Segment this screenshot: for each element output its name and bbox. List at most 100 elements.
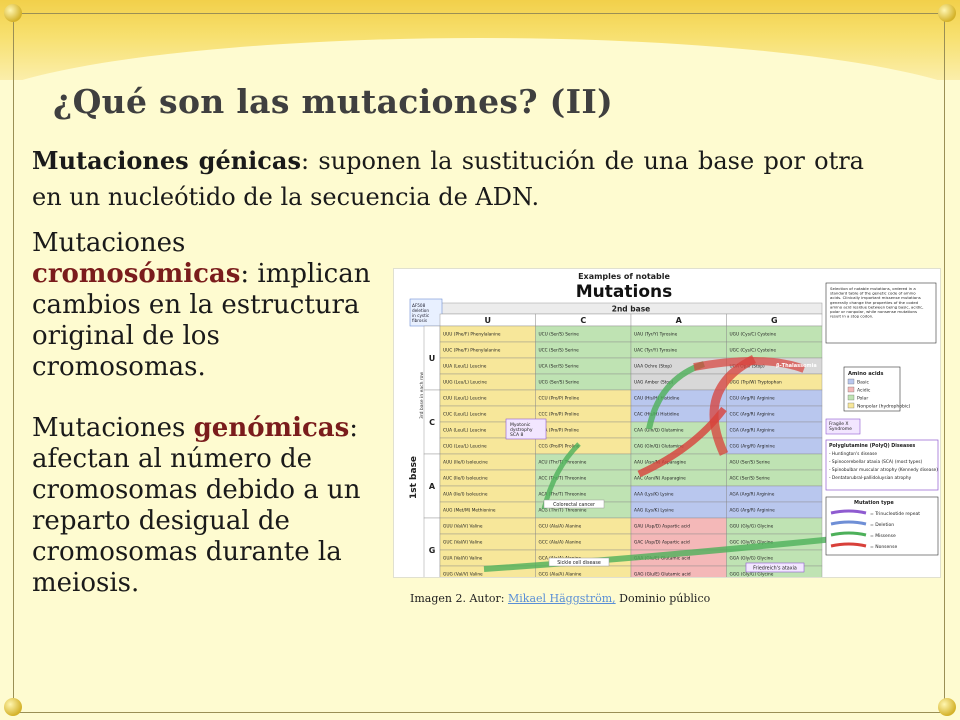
gene-term: Mutaciones génicas [32,146,301,175]
first-base-label: 1st base [409,456,419,499]
author-link[interactable]: Mikael Häggström, [508,592,616,605]
codon-label: GUC (Val/V) Valine [443,540,483,546]
second-base-A: A [676,316,683,325]
second-base-C: C [580,316,586,325]
polyq-item: - Dentatorubral-pallidoluysian atrophy [829,475,912,481]
codon-label: CGU (Arg/R) Arginine [730,396,776,402]
chromo-prefix: Mutaciones [32,228,186,258]
codon-label: AAG (Lys/K) Lysine [634,508,674,514]
codon-label: AGG (Arg/R) Arginine [730,508,776,514]
codon-label: UCC (Ser/S) Serine [539,348,580,354]
codon-label: GGG (Gly/G) Glycine [730,572,774,578]
codon-label: UGU (Cys/C) Cysteine [730,332,777,338]
figure-header-small: Examples of notable [578,272,670,281]
friedreich-label: Friedreich's ataxia [753,566,797,572]
amino-acid-legend-item: Nonpolar (hydrophobic) [857,404,911,410]
codon-label: ACC (Thr/T) Threonine [539,476,587,482]
first-base-C: C [429,418,435,427]
codon-label: GCG (Ala/A) Alanine [539,572,582,578]
chromosomal-paragraph: Mutaciones cromosómicas: implican cambio… [32,228,392,383]
codon-label: CCC (Pro/P) Proline [539,412,580,418]
codon-label: UGC (Cys/C) Cysteine [730,348,777,354]
slide-title: ¿Qué son las mutaciones? (II) [53,82,613,121]
second-base-U: U [485,316,492,325]
mutations-figure: Examples of notable Mutations 2nd base Δ… [393,268,941,578]
amino-acid-legend-item: Basic [857,380,869,386]
codon-label: AGA (Arg/R) Arginine [730,492,775,498]
codon-label: GUG (Val/V) Valine [443,572,483,578]
codon-label: CGA (Arg/R) Arginine [730,428,775,434]
codon-label: AGC (Ser/S) Serine [730,476,771,482]
codon-label: UCA (Ser/S) Serine [539,364,580,370]
mutation-type-item: = Nonsense [870,544,897,550]
first-base-A: A [429,482,436,491]
codon-label: UAU (Tyr/Y) Tyrosine [634,332,678,338]
corner-dot-bottom-right [938,698,956,716]
second-base-G: G [771,316,778,325]
codon-label: UAC (Tyr/Y) Tyrosine [634,348,677,354]
mutations-codon-table: Examples of notable Mutations 2nd base Δ… [409,272,939,578]
codon-label: UUG (Leu/L) Leucine [443,380,487,386]
polyq-item: - Huntington's disease [829,451,877,457]
codon-label: AUU (Ile/I) Isoleucine [443,460,488,466]
left-column: Mutaciones cromosómicas: implican cambio… [32,228,392,599]
codon-label: CUG (Leu/L) Leucine [443,444,487,450]
second-base-label: 2nd base [612,305,651,314]
codon-label: GAG (Glu/E) Glutamic acid [634,572,691,578]
codon-label: CUA (Leu/L) Leucine [443,428,487,434]
caption-prefix: Imagen 2. Autor: [410,592,508,605]
corner-dot-bottom-left [4,698,22,716]
codon-label: AUA (Ile/I) Isoleucine [443,492,488,498]
codon-label: GGA (Gly/G) Glycine [730,556,774,562]
mutation-type-item: = Missense [870,533,896,539]
codon-label: UCG (Ser/S) Serine [539,380,580,386]
image-caption: Imagen 2. Autor: Mikael Häggström, Domin… [410,592,710,605]
beta-thal-label: β-Thalassemia [776,363,817,369]
codon-label: GAU (Asp/D) Aspartic acid [634,524,690,530]
figure-header-big: Mutations [576,282,672,302]
codon-label: GAC (Asp/D) Aspartic acid [634,540,690,546]
sickle-label: Sickle cell disease [557,560,601,566]
codon-label: CAG (Gln/Q) Glutamine [634,444,684,450]
codon-label: CCU (Pro/P) Proline [539,396,580,402]
codon-label: GCU (Ala/A) Alanine [539,524,582,530]
codon-label: UUC (Phe/F) Phenylalanine [443,348,501,354]
gene-mutation-paragraph: Mutaciones génicas: suponen la sustituci… [32,143,864,215]
codon-label: UUA (Leu/L) Leucine [443,364,487,370]
codon-label: GGU (Gly/G) Glycine [730,524,774,530]
codon-label: CAA (Gln/Q) Glutamine [634,428,684,434]
codon-label: AGU (Ser/S) Serine [730,460,771,466]
polyq-item: - Spinocerebellar ataxia (SCA) (most typ… [829,459,922,465]
corner-dot-top-right [938,4,956,22]
codon-label: CUU (Leu/L) Leucine [443,396,487,402]
amino-acid-legend-item: Polar [857,396,868,402]
codon-label: UGG (Trp/W) Tryptophan [730,380,782,386]
polyq-item: - Spinobulbar muscular atrophy (Kennedy … [829,467,938,473]
first-base-G: G [429,546,436,555]
mutation-type-title: Mutation type [854,500,894,506]
codon-label: AUC (Ile/I) Isoleucine [443,476,488,482]
genomic-term: genómicas [193,413,350,443]
codon-label: GUU (Val/V) Valine [443,524,483,530]
amino-acid-legend-title: Amino acids [848,371,883,377]
mutation-type-item: = Deletion [870,522,894,528]
codon-label: UUU (Phe/F) Phenylalanine [443,332,501,338]
caption-suffix: Dominio público [615,592,711,605]
colorectal-label: Colorectal cancer [553,502,595,508]
info-box: Selection of notable mutations, ordered … [830,286,924,319]
corner-dot-top-left [4,4,22,22]
mutation-type-item: = Trinucleotide repeat [870,511,920,517]
chromo-term: cromosómicas [32,259,241,289]
genomic-prefix: Mutaciones [32,413,194,443]
codon-label: CGC (Arg/R) Arginine [730,412,775,418]
codon-label: GCC (Ala/A) Alanine [539,540,582,546]
amino-acid-legend-item: Acidic [857,388,871,394]
codon-label: CGG (Arg/R) Arginine [730,444,776,450]
first-base-U: U [429,354,436,363]
codon-label: UCU (Ser/S) Serine [539,332,580,338]
codon-label: AUG (Met/M) Methionine [443,508,496,514]
polyq-title: Polyglutamine (PolyQ) Diseases [829,443,915,449]
third-base-label: 3rd base in each row [419,372,425,419]
codon-label: UAA Ochre (Stop) [634,364,672,370]
codon-label: GUA (Val/V) Valine [443,556,483,562]
